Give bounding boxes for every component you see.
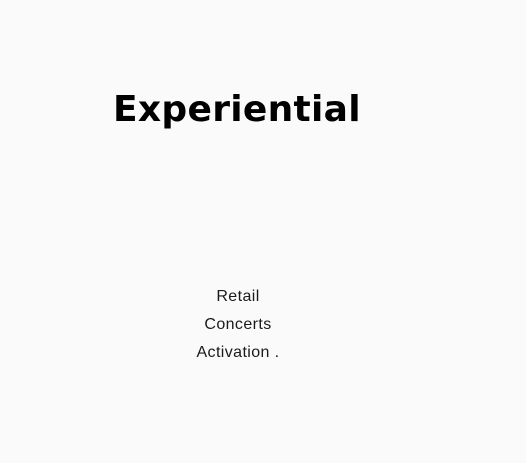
list-item-concerts: Concerts: [204, 316, 272, 333]
list-item-retail: Retail: [216, 288, 260, 305]
page: Experiential Retail Concerts Activation …: [0, 0, 526, 463]
section-title: Experiential: [113, 89, 361, 130]
services-list: Retail Concerts Activation .: [128, 283, 348, 367]
list-item-activation: Activation .: [196, 344, 280, 361]
